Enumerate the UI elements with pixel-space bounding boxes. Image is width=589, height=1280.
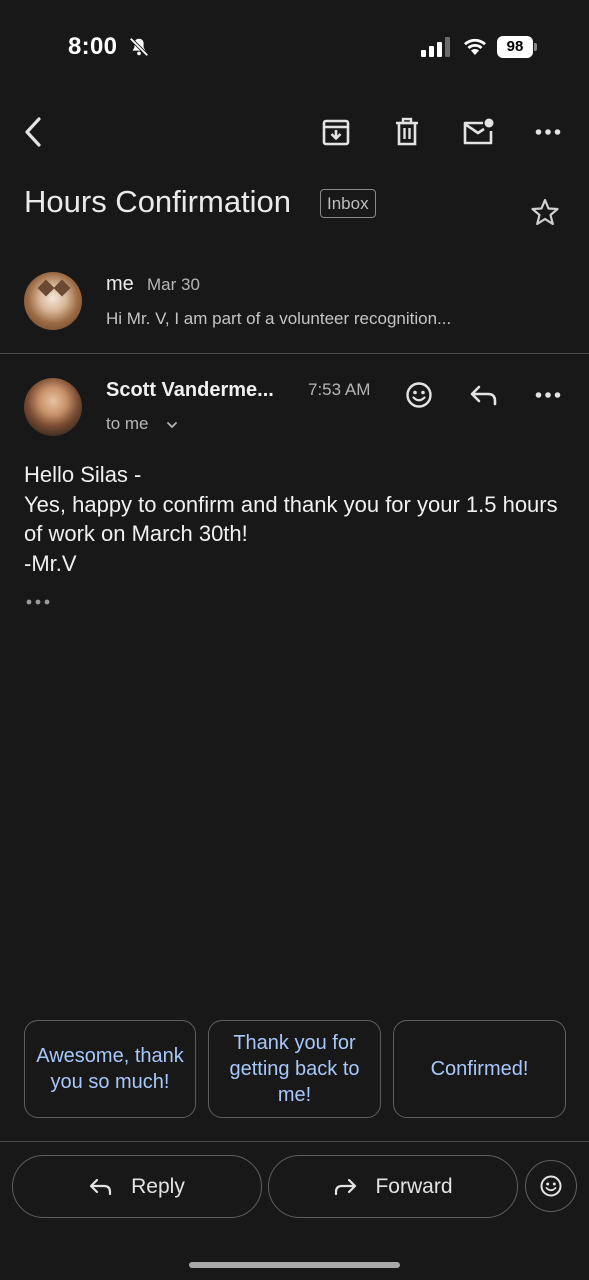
smart-reply-chip[interactable]: Confirmed! xyxy=(393,1020,566,1118)
smart-reply-chip[interactable]: Thank you for getting back to me! xyxy=(208,1020,381,1118)
wifi-icon xyxy=(464,38,486,55)
mark-unread-icon xyxy=(463,118,494,145)
mark-unread-button[interactable] xyxy=(458,112,498,152)
reply-icon xyxy=(90,1178,112,1195)
collapsed-sender[interactable]: me xyxy=(106,273,134,296)
forward-button[interactable]: Forward xyxy=(268,1155,518,1218)
reply-icon xyxy=(470,385,497,406)
message-divider xyxy=(0,353,589,354)
message-sender[interactable]: Scott Vanderme... xyxy=(106,379,296,402)
bell-off-icon xyxy=(129,37,149,57)
status-time: 8:00 xyxy=(68,33,118,60)
message-body: Hello Silas - Yes, happy to confirm and … xyxy=(24,460,569,578)
inbox-label-chip[interactable]: Inbox xyxy=(320,189,376,218)
add-reaction-button[interactable] xyxy=(399,375,439,415)
reply-label: Reply xyxy=(131,1174,185,1198)
avatar-sender[interactable] xyxy=(24,378,82,436)
forward-label: Forward xyxy=(375,1174,453,1198)
bottom-divider xyxy=(0,1141,589,1142)
body-line: -Mr.V xyxy=(24,550,77,576)
battery-tip xyxy=(534,43,537,51)
message-time: 7:53 AM xyxy=(308,380,371,399)
star-icon xyxy=(531,198,559,226)
more-horizontal-icon xyxy=(535,129,561,135)
archive-button[interactable] xyxy=(316,112,356,152)
more-options-button[interactable] xyxy=(528,112,568,152)
show-trimmed-content-button[interactable] xyxy=(22,590,54,614)
more-horizontal-icon xyxy=(26,599,50,605)
smiley-icon xyxy=(540,1175,562,1197)
battery-indicator: 98 xyxy=(497,36,537,58)
forward-icon xyxy=(335,1178,357,1195)
avatar-ear xyxy=(53,279,71,297)
trash-icon xyxy=(396,117,418,146)
thread-subject: Hours Confirmation xyxy=(24,184,292,219)
recipient-details[interactable]: to me xyxy=(106,414,149,434)
message-more-button[interactable] xyxy=(528,375,568,415)
cellular-signal-icon xyxy=(421,37,450,57)
reply-button[interactable]: Reply xyxy=(12,1155,262,1218)
smiley-icon xyxy=(406,382,432,408)
smart-reply-chip[interactable]: Awesome, thank you so much! xyxy=(24,1020,196,1118)
back-arrow-icon xyxy=(25,117,41,147)
archive-icon xyxy=(322,119,350,146)
avatar-ear xyxy=(37,279,55,297)
chevron-down-icon[interactable] xyxy=(164,417,180,433)
home-indicator[interactable] xyxy=(189,1262,400,1268)
battery-level: 98 xyxy=(497,36,533,58)
collapsed-date: Mar 30 xyxy=(147,275,200,294)
back-button[interactable] xyxy=(14,112,54,152)
collapsed-snippet[interactable]: Hi Mr. V, I am part of a volunteer recog… xyxy=(106,309,506,329)
star-button[interactable] xyxy=(525,192,565,232)
delete-button[interactable] xyxy=(387,112,427,152)
reply-icon-button[interactable] xyxy=(464,375,504,415)
body-line: Yes, happy to confirm and thank you for … xyxy=(24,491,564,547)
more-horizontal-icon xyxy=(535,392,561,398)
body-line: Hello Silas - xyxy=(24,462,142,487)
avatar-me[interactable] xyxy=(24,272,82,330)
emoji-react-button[interactable] xyxy=(525,1160,577,1212)
